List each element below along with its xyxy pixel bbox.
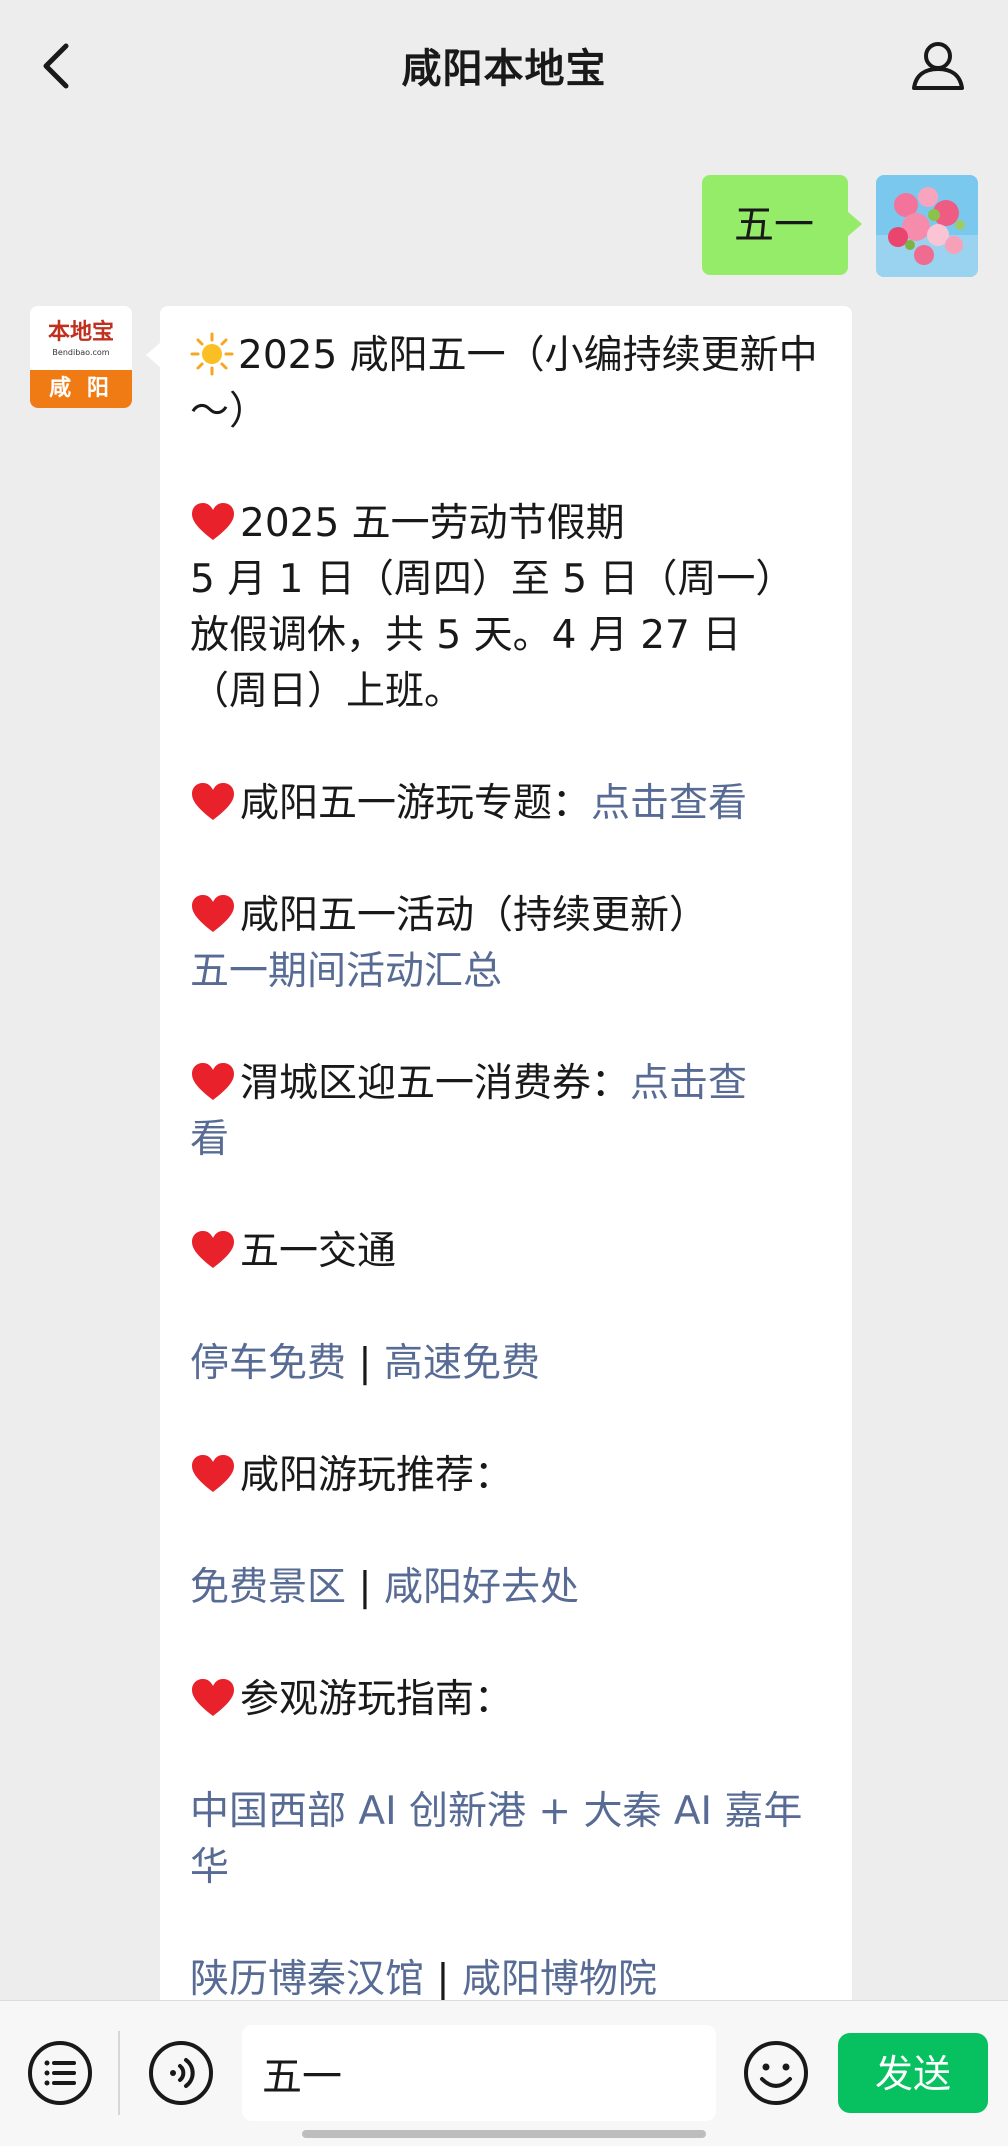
- sun-icon: [190, 332, 234, 376]
- divider: [118, 2031, 120, 2115]
- smiley-icon[interactable]: [742, 2039, 810, 2107]
- intro-paragraph: 2025 咸阳五一（小编持续更新中～）: [190, 328, 822, 440]
- topic-link[interactable]: 点击查看: [591, 781, 747, 826]
- voice-icon[interactable]: [147, 2039, 215, 2107]
- holiday-title: 2025 五一劳动节假期: [240, 501, 625, 546]
- heart-icon: [192, 1231, 234, 1268]
- separator: |: [436, 1957, 450, 2000]
- guide-label: 参观游玩指南：: [240, 1677, 514, 1722]
- outgoing-message: 五一: [0, 175, 1008, 277]
- guide-link-b: 陕历博秦汉馆 | 咸阳博物院: [190, 1952, 822, 2000]
- guide-heading: 参观游玩指南：: [190, 1672, 822, 1728]
- intro-text: 2025 咸阳五一（小编持续更新中～）: [190, 333, 818, 434]
- person-icon[interactable]: [908, 36, 968, 96]
- topic-paragraph: 咸阳五一游玩专题：点击查看: [190, 776, 822, 832]
- heart-icon: [192, 1679, 234, 1716]
- list-icon[interactable]: [26, 2039, 94, 2107]
- coupon-paragraph: 渭城区迎五一消费券：点击查 看: [190, 1056, 822, 1168]
- avatar-brand: 本地宝: [47, 319, 114, 345]
- parking-free-link[interactable]: 停车免费: [190, 1341, 346, 1386]
- coupon-link-continued[interactable]: 看: [190, 1112, 822, 1168]
- heart-icon: [192, 783, 234, 820]
- activities-label: 咸阳五一活动（持续更新）: [240, 893, 709, 938]
- official-account-avatar[interactable]: 本地宝 Bendibao.com 咸 阳: [30, 306, 132, 408]
- free-scenic-link[interactable]: 免费景区: [190, 1565, 346, 1610]
- highway-free-link[interactable]: 高速免费: [384, 1341, 540, 1386]
- avatar-city: 咸 阳: [30, 370, 132, 408]
- holiday-line-2: 放假调休，共 5 天。4 月 27 日: [190, 613, 742, 658]
- activities-paragraph: 咸阳五一活动（持续更新） 五一期间活动汇总: [190, 888, 822, 1000]
- home-indicator[interactable]: [302, 2130, 706, 2138]
- holiday-line-3: （周日）上班。: [190, 669, 464, 714]
- traffic-label: 五一交通: [240, 1229, 397, 1274]
- coupon-link[interactable]: 点击查: [630, 1061, 747, 1106]
- avatar-domain: Bendibao.com: [52, 348, 110, 357]
- qinhan-museum-link[interactable]: 陕历博秦汉馆: [190, 1957, 424, 2000]
- ai-hub-link-continued[interactable]: 华: [190, 1840, 822, 1896]
- good-places-link[interactable]: 咸阳好去处: [384, 1565, 579, 1610]
- flower-photo: [876, 175, 978, 277]
- traffic-heading: 五一交通: [190, 1224, 822, 1280]
- topic-label: 咸阳五一游玩专题：: [240, 781, 592, 826]
- activities-link[interactable]: 五一期间活动汇总: [190, 944, 822, 1000]
- page-title: 咸阳本地宝: [401, 46, 607, 92]
- heart-icon: [192, 895, 234, 932]
- separator: |: [358, 1341, 372, 1386]
- chat-header: 咸阳本地宝: [0, 0, 1008, 130]
- heart-icon: [192, 1063, 234, 1100]
- outgoing-bubble[interactable]: 五一: [702, 175, 862, 275]
- ai-hub-link[interactable]: 中国西部 AI 创新港 + 大秦 AI 嘉年: [190, 1784, 822, 1840]
- message-input[interactable]: [242, 2025, 716, 2121]
- guide-link-a: 中国西部 AI 创新港 + 大秦 AI 嘉年 华: [190, 1784, 822, 1896]
- incoming-bubble: 2025 咸阳五一（小编持续更新中～） 2025 五一劳动节假期 5 月 1 日…: [146, 306, 852, 2000]
- recommend-label: 咸阳游玩推荐：: [240, 1453, 514, 1498]
- xianyang-museum-link[interactable]: 咸阳博物院: [462, 1957, 657, 2000]
- chat-area[interactable]: 五一 本地宝 Bendibao.com 咸 阳 2025 咸阳五一（小编持续更新…: [0, 130, 1008, 2000]
- traffic-links: 停车免费 | 高速免费: [190, 1336, 822, 1392]
- holiday-paragraph: 2025 五一劳动节假期 5 月 1 日（周四）至 5 日（周一） 放假调休，共…: [190, 496, 822, 720]
- recommend-links: 免费景区 | 咸阳好去处: [190, 1560, 822, 1616]
- recommend-heading: 咸阳游玩推荐：: [190, 1448, 822, 1504]
- input-bar: 发送: [0, 2000, 1008, 2146]
- send-button[interactable]: 发送: [838, 2033, 988, 2113]
- user-avatar[interactable]: [876, 175, 978, 277]
- coupon-label: 渭城区迎五一消费券：: [240, 1061, 631, 1106]
- heart-icon: [192, 1455, 234, 1492]
- separator: |: [358, 1565, 372, 1610]
- heart-icon: [192, 503, 234, 540]
- holiday-line-1: 5 月 1 日（周四）至 5 日（周一）: [190, 557, 795, 602]
